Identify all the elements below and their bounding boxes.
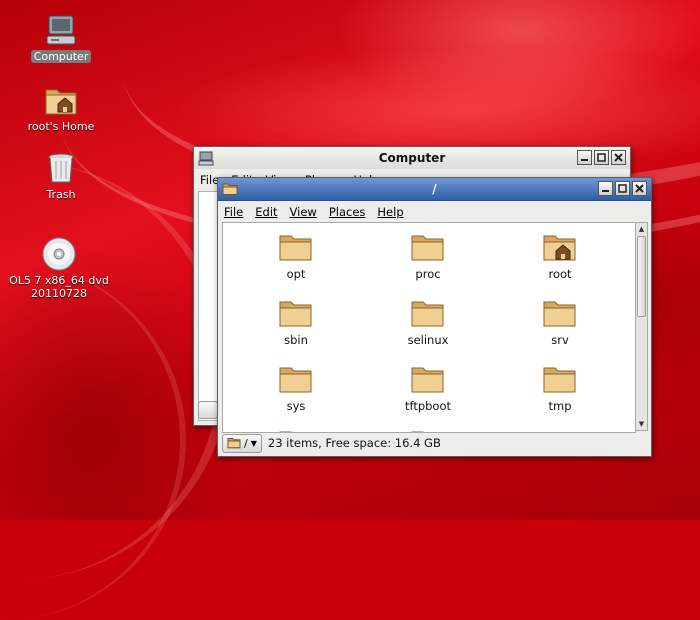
folder-item-srv[interactable]: srv	[505, 297, 615, 347]
folder-icon	[279, 431, 292, 432]
desktop-icon-label: OL5 7 x86_64 dvd 20110728	[6, 274, 112, 300]
folder-label: srv	[551, 333, 569, 347]
folder-item-opt[interactable]: opt	[241, 231, 351, 281]
folder-label: proc	[415, 267, 441, 281]
path-button[interactable]: / ▼	[222, 433, 262, 453]
folder-icon	[411, 367, 444, 393]
window-title: /	[432, 182, 437, 196]
folder-icon	[279, 367, 312, 393]
path-button-label: /	[244, 436, 248, 450]
window-title: Computer	[378, 151, 446, 165]
minimize-button[interactable]	[577, 150, 592, 165]
menu-view[interactable]: View	[290, 205, 317, 219]
folder-item-sys[interactable]: sys	[241, 363, 351, 413]
folder-icon	[411, 431, 424, 432]
folder-item-partial[interactable]	[241, 427, 351, 432]
menu-places[interactable]: Places	[329, 205, 366, 219]
close-button[interactable]	[611, 150, 626, 165]
folder-label: sbin	[284, 333, 308, 347]
desktop-icon-label: Trash	[46, 188, 76, 201]
folder-label: opt	[286, 267, 306, 281]
folder-label: sys	[286, 399, 306, 413]
scroll-down-icon[interactable]: ▼	[636, 418, 647, 430]
desktop-icon-label: Computer	[30, 50, 92, 63]
maximize-button[interactable]	[594, 150, 609, 165]
desktop-icon-home[interactable]: root's Home	[6, 82, 116, 133]
folder-icon	[543, 367, 576, 393]
menu-edit[interactable]: Edit	[255, 205, 277, 219]
scrollbar-thumb[interactable]	[637, 236, 646, 317]
root-folder-window[interactable]: / File Edit View Places Help opt proc ro…	[217, 177, 652, 457]
minimize-icon	[581, 159, 588, 161]
home-folder-icon	[543, 235, 576, 261]
folder-item-selinux[interactable]: selinux	[373, 297, 483, 347]
folder-icon	[227, 438, 241, 449]
window-titlebar[interactable]: Computer	[194, 147, 630, 169]
dvd-icon	[42, 237, 76, 271]
folder-label: selinux	[407, 333, 449, 347]
folder-icon	[279, 235, 312, 261]
folder-icon	[411, 301, 444, 327]
folder-item-sbin[interactable]: sbin	[241, 297, 351, 347]
folder-item-tmp[interactable]: tmp	[505, 363, 615, 413]
trash-icon	[48, 153, 74, 183]
desktop-icon-dvd[interactable]: OL5 7 x86_64 dvd 20110728	[4, 236, 114, 300]
folder-item-tftpboot[interactable]: tftpboot	[373, 363, 483, 413]
scroll-up-icon[interactable]: ▲	[636, 223, 647, 235]
folder-icon	[411, 235, 444, 261]
folder-item-partial[interactable]	[373, 427, 483, 432]
computer-icon	[46, 15, 76, 45]
maximize-button[interactable]	[615, 181, 630, 196]
minimize-button[interactable]	[598, 181, 613, 196]
close-icon	[614, 153, 623, 162]
menu-help[interactable]: Help	[377, 205, 403, 219]
menubar: File Edit View Places Help	[218, 201, 651, 223]
menu-file[interactable]: File	[224, 205, 243, 219]
window-titlebar[interactable]: /	[218, 178, 651, 201]
status-text: 23 items, Free space: 16.4 GB	[267, 436, 441, 450]
folder-item-root[interactable]: root	[505, 231, 615, 281]
folder-label: root	[548, 267, 572, 281]
path-button[interactable]	[198, 401, 218, 419]
desktop-icon-trash[interactable]: Trash	[6, 150, 116, 201]
folder-label: tftpboot	[404, 399, 452, 413]
maximize-icon	[618, 184, 627, 193]
dropdown-arrow-icon: ▼	[250, 438, 257, 448]
vertical-scrollbar[interactable]: ▲ ▼	[635, 222, 648, 431]
folder-icon	[279, 301, 312, 327]
maximize-icon	[597, 153, 606, 162]
folder-icon	[543, 301, 576, 327]
folder-label: tmp	[548, 399, 572, 413]
statusbar: / ▼ 23 items, Free space: 16.4 GB	[222, 433, 647, 453]
close-icon	[635, 184, 644, 193]
close-button[interactable]	[632, 181, 647, 196]
desktop-icon-label: root's Home	[27, 120, 95, 133]
icon-view[interactable]: opt proc root sbin selinux srv sys tftpb…	[222, 222, 636, 433]
desktop-icon-computer[interactable]: Computer	[6, 12, 116, 63]
dvd-label-line2: 20110728	[30, 287, 87, 300]
dvd-label-line1: OL5 7 x86_64 dvd	[9, 274, 109, 287]
home-folder-icon	[45, 89, 77, 115]
folder-item-proc[interactable]: proc	[373, 231, 483, 281]
minimize-icon	[602, 190, 609, 192]
